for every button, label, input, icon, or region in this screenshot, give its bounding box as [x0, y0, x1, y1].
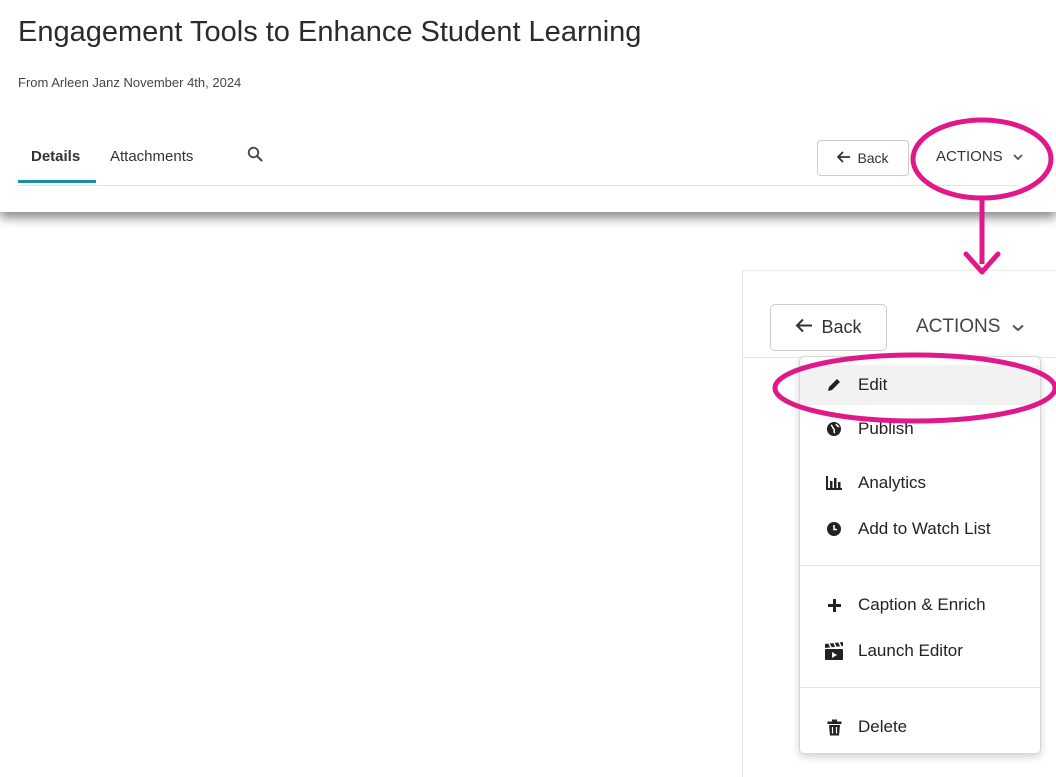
tab-attachments[interactable]: Attachments — [110, 148, 193, 165]
actions-dropdown-menu: Edit Publish Analytics Add to Watch List… — [799, 356, 1041, 754]
menu-item-label: Delete — [858, 717, 908, 736]
pencil-icon — [824, 376, 844, 394]
plus-icon — [824, 598, 844, 613]
active-tab-indicator — [18, 180, 96, 183]
menu-item-launch-editor[interactable]: Launch Editor — [800, 631, 1040, 671]
actions-button[interactable]: ACTIONS — [936, 148, 1023, 165]
menu-item-publish[interactable]: Publish — [800, 409, 1040, 449]
clock-icon — [824, 521, 844, 537]
arrow-left-icon — [795, 317, 813, 338]
arrow-left-icon — [837, 150, 851, 166]
menu-item-label: Launch Editor — [858, 641, 963, 660]
back-button-label: Back — [821, 317, 862, 337]
menu-item-delete[interactable]: Delete — [800, 707, 1040, 747]
back-button-zoomed[interactable]: Back — [770, 304, 887, 351]
page-title: Engagement Tools to Enhance Student Lear… — [18, 16, 642, 48]
actions-button-label: ACTIONS — [936, 148, 1003, 165]
menu-item-caption-enrich[interactable]: Caption & Enrich — [800, 585, 1040, 625]
actions-button-zoomed[interactable]: ACTIONS — [916, 316, 1025, 338]
page-subtitle: From Arleen Janz November 4th, 2024 — [18, 75, 242, 90]
menu-item-label: Caption & Enrich — [858, 595, 986, 614]
menu-item-label: Analytics — [858, 473, 927, 492]
search-icon[interactable] — [247, 146, 263, 166]
top-panel: Engagement Tools to Enhance Student Lear… — [0, 0, 1056, 212]
actions-button-label: ACTIONS — [916, 316, 1001, 337]
bar-chart-icon — [824, 475, 844, 491]
chevron-down-icon — [1013, 148, 1023, 165]
menu-item-label: Add to Watch List — [858, 519, 991, 538]
trash-icon — [824, 719, 844, 736]
menu-item-label: Publish — [858, 419, 914, 438]
clapperboard-icon — [824, 641, 844, 661]
menu-divider — [800, 687, 1040, 688]
menu-item-add-to-watch-list[interactable]: Add to Watch List — [800, 509, 1040, 549]
tab-details[interactable]: Details — [31, 148, 80, 165]
menu-item-edit[interactable]: Edit — [800, 365, 1040, 405]
menu-item-label: Edit — [858, 375, 888, 394]
back-button-label: Back — [857, 150, 889, 166]
back-button[interactable]: Back — [817, 140, 909, 176]
chevron-down-icon — [1012, 316, 1025, 338]
tab-divider — [18, 185, 1018, 186]
globe-icon — [824, 421, 844, 437]
menu-item-analytics[interactable]: Analytics — [800, 463, 1040, 503]
menu-divider — [800, 565, 1040, 566]
